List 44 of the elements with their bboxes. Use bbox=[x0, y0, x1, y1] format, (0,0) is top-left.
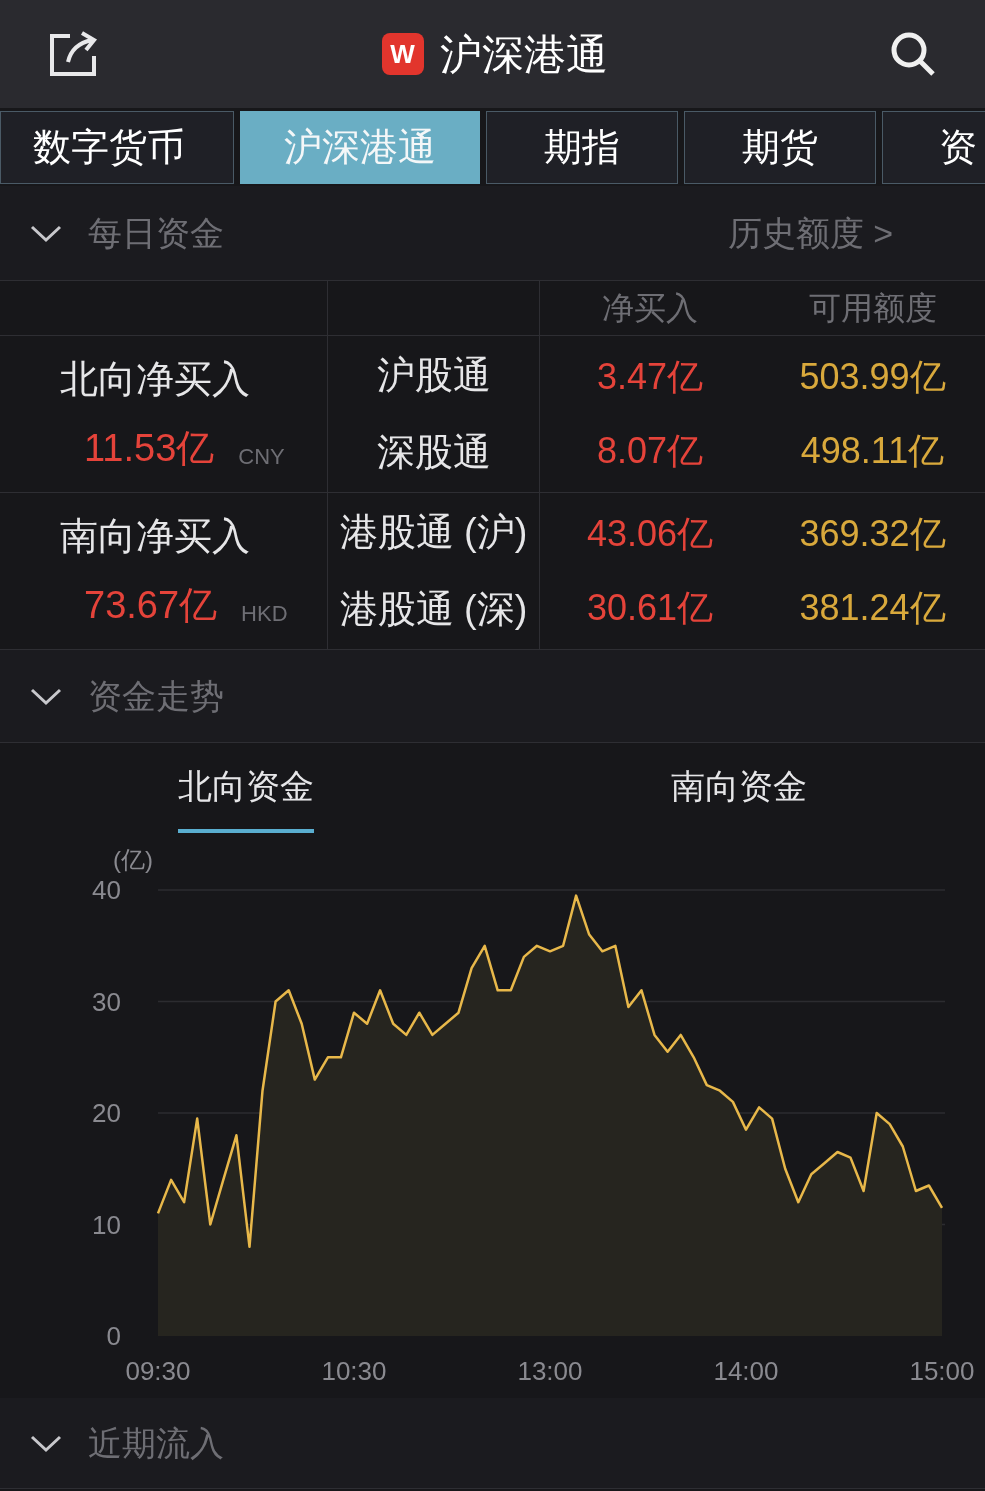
share-icon[interactable] bbox=[48, 30, 100, 78]
currency-label: HKD bbox=[241, 600, 288, 628]
y-tick-label: 40 bbox=[92, 875, 121, 905]
quota-value: 369.32亿 bbox=[799, 512, 946, 556]
total-net-buy: 11.53亿 bbox=[84, 426, 215, 471]
category-tab[interactable]: 期货 bbox=[684, 111, 876, 184]
y-tick-label: 0 bbox=[106, 1321, 121, 1351]
app-logo: W bbox=[381, 33, 424, 75]
x-tick-label: 15:00 bbox=[909, 1356, 975, 1386]
y-axis-unit: (亿) bbox=[113, 846, 153, 873]
category-tab[interactable]: 资 bbox=[882, 111, 985, 184]
channel-name: 沪股通 bbox=[376, 353, 491, 398]
x-tick-label: 10:30 bbox=[321, 1356, 387, 1386]
net-buy-value: 8.07亿 bbox=[596, 429, 704, 473]
net-buy-value: 3.47亿 bbox=[596, 355, 704, 399]
quota-value: 381.24亿 bbox=[799, 586, 946, 630]
chart-tab[interactable]: 北向资金 bbox=[178, 743, 315, 833]
search-icon[interactable] bbox=[889, 30, 937, 78]
net-buy-value: 30.61亿 bbox=[586, 586, 714, 630]
y-tick-label: 10 bbox=[92, 1209, 121, 1240]
y-tick-label: 20 bbox=[92, 1098, 121, 1128]
y-tick-label: 30 bbox=[92, 986, 121, 1017]
direction-label: 北向净买入 bbox=[59, 357, 251, 402]
category-tab[interactable]: 期指 bbox=[486, 111, 678, 184]
section-title: 近期流入 bbox=[88, 1422, 224, 1464]
direction-label: 南向净买入 bbox=[59, 514, 251, 559]
total-net-buy: 73.67亿 bbox=[84, 583, 218, 628]
currency-label: CNY bbox=[238, 443, 285, 471]
x-tick-label: 09:30 bbox=[125, 1356, 191, 1386]
category-tab[interactable]: 数字货币 bbox=[0, 111, 234, 184]
chart-tab[interactable]: 南向资金 bbox=[670, 743, 807, 833]
column-header: 净买入 bbox=[601, 289, 699, 328]
section-title: 每日资金 bbox=[88, 212, 224, 254]
x-tick-label: 14:00 bbox=[713, 1356, 779, 1386]
quota-value: 498.11亿 bbox=[800, 429, 945, 473]
section-title: 资金走势 bbox=[88, 675, 224, 717]
net-buy-value: 43.06亿 bbox=[586, 512, 714, 556]
quota-value: 503.99亿 bbox=[799, 355, 946, 399]
page-title: 沪深港通 bbox=[439, 29, 608, 80]
column-header: 可用额度 bbox=[807, 289, 938, 328]
channel-name: 深股通 bbox=[376, 430, 491, 475]
x-tick-label: 13:00 bbox=[517, 1356, 583, 1386]
channel-name: 港股通 (沪) bbox=[339, 510, 528, 555]
channel-name: 港股通 (深) bbox=[339, 587, 528, 632]
